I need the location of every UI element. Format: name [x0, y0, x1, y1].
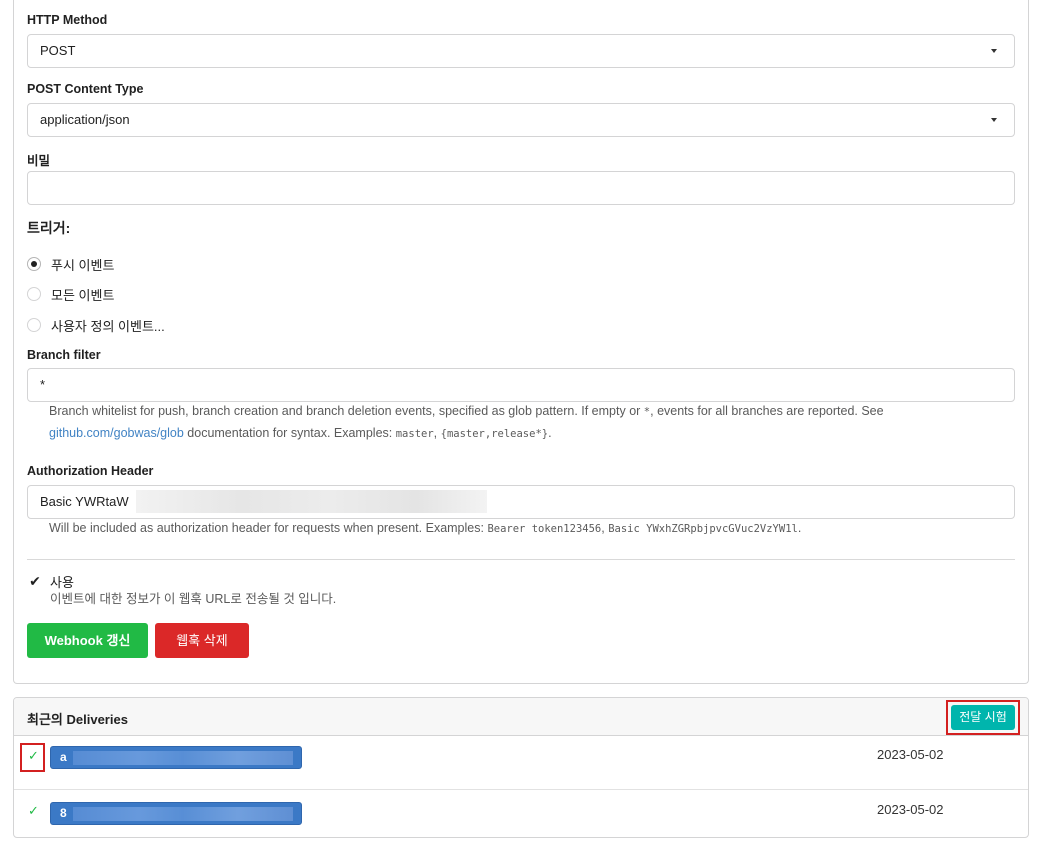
trigger-push-events[interactable]: 푸시 이벤트 [27, 255, 114, 273]
radio-icon[interactable] [27, 318, 41, 332]
trigger-all-events[interactable]: 모든 이벤트 [27, 285, 114, 303]
delivery-row[interactable]: ✓ a 2023-05-02 [14, 736, 1028, 788]
active-checkbox[interactable]: ✔ [27, 573, 43, 589]
secret-input[interactable] [27, 171, 1015, 205]
radio-selected-icon[interactable] [27, 257, 41, 271]
content-type-label: POST Content Type [27, 82, 144, 96]
check-success-icon: ✓ [28, 748, 39, 763]
update-webhook-button[interactable]: Webhook 갱신 [27, 623, 148, 658]
delivery-id-badge[interactable]: 8 [50, 802, 302, 825]
http-method-value: POST [40, 43, 76, 58]
deliveries-title: 최근의 Deliveries [27, 712, 128, 727]
trigger-option-label: 사용자 정의 이벤트... [51, 318, 165, 334]
deliveries-header: 최근의 Deliveries 전달 시험 [14, 698, 1028, 736]
redacted-value [136, 490, 487, 513]
test-delivery-button[interactable]: 전달 시험 [951, 705, 1015, 730]
check-success-icon: ✓ [28, 803, 39, 818]
delivery-date: 2023-05-02 [877, 747, 944, 762]
test-delivery-highlight: 전달 시험 [946, 700, 1020, 735]
delivery-id-badge[interactable]: a [50, 746, 302, 769]
delete-webhook-button[interactable]: 웹훅 삭제 [155, 623, 249, 658]
auth-header-value: Basic YWRtaW [40, 494, 129, 509]
secret-label: 비밀 [27, 154, 51, 168]
branch-filter-label: Branch filter [27, 348, 101, 362]
http-method-select[interactable]: POST [27, 34, 1015, 68]
radio-icon[interactable] [27, 287, 41, 301]
content-type-value: application/json [40, 112, 130, 127]
dropdown-caret-icon [991, 118, 997, 122]
triggers-heading: 트리거: [27, 220, 71, 236]
active-help: 이벤트에 대한 정보가 이 웹훅 URL로 전송될 것 입니다. [50, 592, 337, 606]
trigger-option-label: 푸시 이벤트 [51, 257, 115, 273]
trigger-option-label: 모든 이벤트 [51, 287, 115, 303]
delivery-date: 2023-05-02 [877, 802, 944, 817]
delivery-row[interactable]: ✓ 8 2023-05-02 [14, 789, 1028, 837]
auth-header-input[interactable]: Basic YWRtaW [27, 485, 1015, 519]
trigger-custom-events[interactable]: 사용자 정의 이벤트... [27, 316, 165, 334]
auth-header-label: Authorization Header [27, 464, 154, 478]
section-divider [27, 559, 1015, 560]
dropdown-caret-icon [991, 49, 997, 53]
content-type-select[interactable]: application/json [27, 103, 1015, 137]
recent-deliveries-panel: 최근의 Deliveries 전달 시험 ✓ a 2023-05-02 ✓ 8 … [13, 697, 1029, 838]
glob-docs-link[interactable]: github.com/gobwas/glob [49, 426, 184, 440]
auth-header-help: Will be included as authorization header… [49, 521, 802, 535]
branch-filter-input[interactable]: * [27, 368, 1015, 402]
branch-filter-help: Branch whitelist for push, branch creati… [49, 404, 884, 440]
http-method-label: HTTP Method [27, 13, 108, 27]
